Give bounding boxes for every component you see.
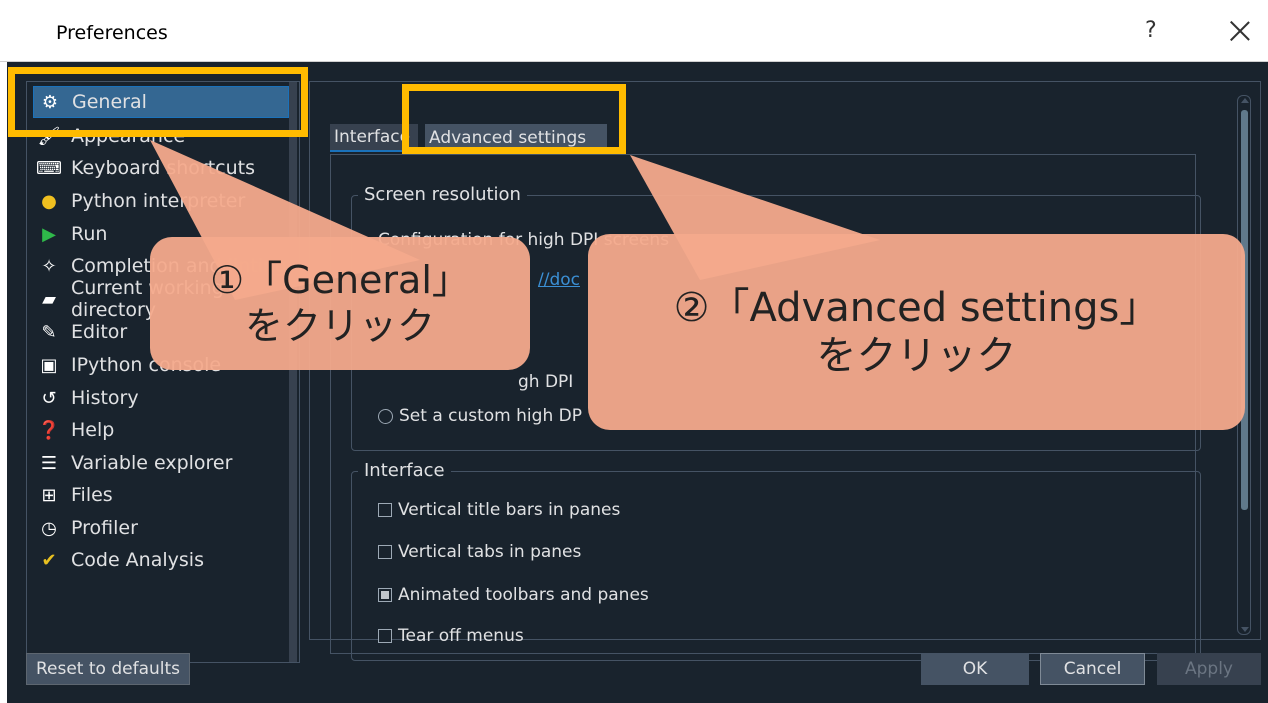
highlight-general — [8, 67, 308, 137]
sidebar-item-label: Run — [71, 223, 108, 245]
scroll-down-icon[interactable] — [1241, 627, 1249, 632]
sidebar-item-label: Files — [71, 484, 113, 506]
reset-to-defaults-button[interactable]: Reset to defaults — [26, 653, 190, 685]
checkbox[interactable] — [378, 629, 392, 643]
vertical-title-bars-checkbox[interactable]: Vertical title bars in panes — [378, 500, 620, 520]
apply-button[interactable]: Apply — [1157, 653, 1261, 685]
group-title: Interface — [358, 460, 451, 481]
sidebar-item-keyboard-shortcuts[interactable]: ⌨ Keyboard shortcuts — [33, 152, 289, 184]
vertical-tabs-checkbox[interactable]: Vertical tabs in panes — [378, 542, 581, 562]
checkbox[interactable] — [378, 588, 392, 602]
title-bar: Preferences ? — [0, 0, 1268, 62]
callout2-bubble: ②「Advanced settings」 をクリック — [588, 234, 1245, 430]
callout1-line1: ①「General」 — [210, 257, 470, 302]
sidebar-item-label: Code Analysis — [71, 549, 204, 571]
animated-toolbars-checkbox[interactable]: Animated toolbars and panes — [378, 585, 649, 605]
radio-label: Set a custom high DP — [399, 406, 582, 426]
highlight-advanced-settings — [402, 84, 626, 154]
files-icon: ⊞ — [41, 484, 57, 506]
custom-dpi-radio[interactable]: Set a custom high DP — [378, 406, 582, 426]
docs-link[interactable]: //doc — [538, 270, 580, 290]
callout1-bubble: ①「General」 をクリック — [150, 237, 530, 370]
history-icon: ↺ — [41, 387, 57, 409]
folder-icon: ▰ — [42, 288, 56, 310]
sidebar-item-code-analysis[interactable]: ✔ Code Analysis — [33, 544, 289, 576]
sidebar-item-label: Editor — [71, 321, 128, 343]
run-icon: ▶ — [42, 223, 56, 245]
scroll-up-icon[interactable] — [1241, 98, 1249, 103]
checkbox-label: Animated toolbars and panes — [398, 585, 649, 605]
sidebar-item-help[interactable]: ❓ Help — [33, 414, 289, 446]
callout1-line2: をクリック — [244, 303, 435, 348]
sidebar-item-label: Help — [71, 419, 115, 441]
completion-icon: ✧ — [41, 255, 57, 277]
close-icon[interactable] — [1228, 18, 1252, 42]
clock-icon: ◷ — [41, 517, 57, 539]
ok-button[interactable]: OK — [921, 653, 1029, 685]
list-icon: ☰ — [40, 452, 58, 474]
help-button[interactable]: ? — [1145, 18, 1157, 43]
console-icon: ▣ — [40, 354, 58, 376]
sidebar-item-label: Keyboard shortcuts — [71, 157, 256, 179]
callout2-line1: ②「Advanced settings」 — [673, 285, 1160, 331]
code-analysis-icon: ✔ — [41, 549, 57, 571]
checkbox[interactable] — [378, 503, 392, 517]
sidebar: ⚙ General 🖌 Appearance ⌨ Keyboard shortc… — [26, 81, 300, 663]
sidebar-item-history[interactable]: ↺ History — [33, 382, 289, 414]
python-icon: ● — [41, 190, 57, 212]
keyboard-icon: ⌨ — [36, 157, 62, 179]
group-title: Screen resolution — [358, 184, 527, 205]
sidebar-item-label: History — [71, 387, 139, 409]
tear-off-menus-checkbox[interactable]: Tear off menus — [378, 626, 524, 646]
callout2-line2: をクリック — [816, 333, 1017, 379]
sidebar-item-variable-explorer[interactable]: ☰ Variable explorer — [33, 447, 289, 479]
interface-group: Interface Vertical title bars in panes V… — [351, 460, 1201, 661]
edit-icon: ✎ — [41, 321, 57, 343]
checkbox-label: Vertical tabs in panes — [398, 542, 582, 562]
normal-dpi-option[interactable]: gh DPI — [518, 372, 573, 392]
sidebar-item-files[interactable]: ⊞ Files — [33, 479, 289, 511]
window-title: Preferences — [56, 22, 168, 44]
checkbox[interactable] — [378, 545, 392, 559]
sidebar-item-label: Variable explorer — [71, 452, 233, 474]
cancel-button[interactable]: Cancel — [1040, 653, 1145, 685]
radio-button[interactable] — [378, 408, 393, 424]
help-icon: ❓ — [37, 419, 61, 441]
sidebar-scrollbar[interactable] — [289, 82, 297, 662]
checkbox-label: Tear off menus — [398, 626, 524, 646]
sidebar-item-label: Python interpreter — [71, 190, 246, 212]
checkbox-label: Vertical title bars in panes — [398, 500, 621, 520]
sidebar-item-profiler[interactable]: ◷ Profiler — [33, 512, 289, 544]
sidebar-item-python-interpreter[interactable]: ● Python interpreter — [33, 185, 289, 217]
sidebar-item-label: Profiler — [71, 517, 138, 539]
